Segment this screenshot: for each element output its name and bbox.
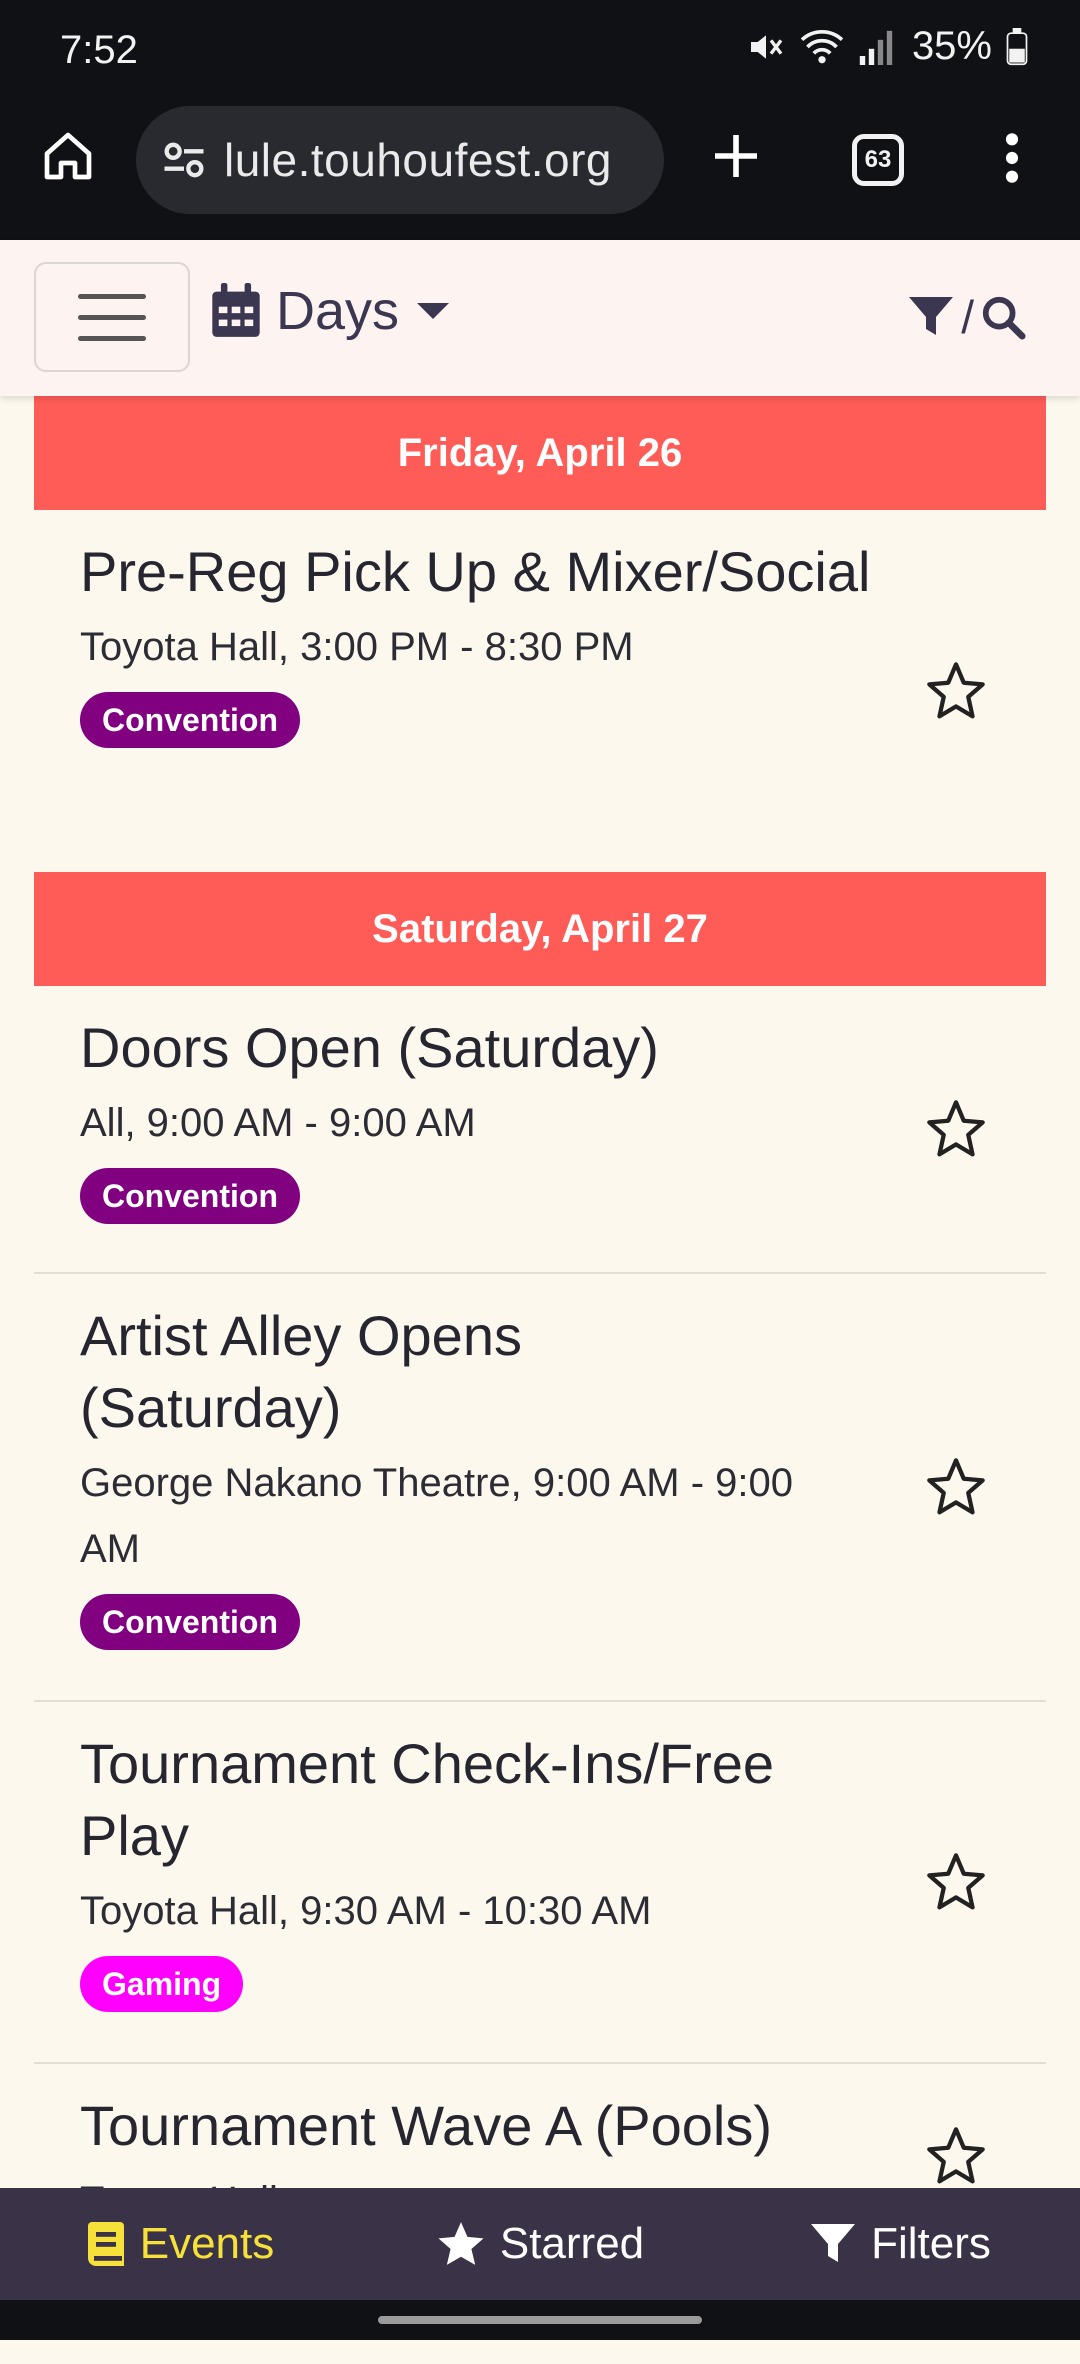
calendar-icon — [212, 283, 260, 337]
day-header: Friday, April 26 — [34, 396, 1046, 510]
nav-events[interactable]: Events — [0, 2188, 360, 2300]
battery-percent: 35% — [911, 24, 992, 68]
category-tag: Convention — [80, 1594, 300, 1650]
days-label: Days — [276, 281, 400, 341]
event-item[interactable]: Artist Alley Opens (Saturday) George Nak… — [34, 1274, 1046, 1702]
star-icon[interactable] — [924, 2124, 988, 2188]
filter-icon — [811, 2224, 856, 2262]
event-title: Doors Open (Saturday) — [80, 1016, 659, 1079]
app-header: Days / — [0, 240, 1080, 396]
site-settings-icon[interactable] — [158, 134, 210, 186]
day-header: Saturday, April 27 — [34, 872, 1046, 986]
star-filled-icon — [438, 2222, 484, 2265]
filter-icon — [909, 297, 954, 335]
nav-filters[interactable]: Filters — [720, 2188, 1080, 2300]
url-text: lule.touhoufest.org — [224, 134, 612, 186]
filter-search-button[interactable]: / — [907, 290, 1026, 344]
nav-filters-label: Filters — [871, 2219, 991, 2268]
browser-toolbar: lule.touhoufest.org 63 — [0, 100, 1080, 240]
address-bar[interactable]: lule.touhoufest.org — [136, 106, 664, 214]
category-tag: Convention — [80, 1168, 300, 1224]
gesture-area — [0, 2300, 1080, 2340]
event-title: Tournament Check-Ins/Free Play — [80, 1732, 775, 1867]
days-dropdown[interactable]: Days — [210, 280, 450, 342]
gesture-bar[interactable] — [378, 2316, 702, 2324]
status-time: 7:52 — [60, 28, 138, 72]
event-item[interactable]: Doors Open (Saturday) All, 9:00 AM - 9:0… — [34, 986, 1046, 1274]
home-icon[interactable] — [40, 128, 96, 184]
more-menu-icon[interactable] — [996, 130, 1028, 186]
star-icon[interactable] — [924, 1850, 988, 1914]
event-list: Friday, April 26 Pre-Reg Pick Up & Mixer… — [34, 396, 1046, 2364]
new-tab-icon[interactable] — [708, 128, 764, 184]
wifi-icon — [800, 29, 844, 63]
star-icon[interactable] — [924, 1455, 988, 1519]
event-title: Tournament Wave A (Pools) — [80, 2094, 773, 2157]
event-item[interactable]: Pre-Reg Pick Up & Mixer/Social Toyota Ha… — [34, 510, 1046, 872]
star-icon[interactable] — [924, 1097, 988, 1161]
book-icon — [87, 2222, 124, 2266]
tab-count: 63 — [864, 146, 892, 173]
category-tag: Convention — [80, 692, 300, 748]
battery-icon — [1006, 27, 1028, 65]
nav-starred-label: Starred — [499, 2219, 645, 2268]
event-title: Artist Alley Opens (Saturday) — [80, 1304, 522, 1439]
nav-starred[interactable]: Starred — [360, 2188, 720, 2300]
star-icon[interactable] — [924, 659, 988, 723]
bottom-nav: Events Starred Filters — [0, 2188, 1080, 2300]
hamburger-icon — [78, 293, 146, 299]
category-tag: Gaming — [80, 1956, 244, 2012]
status-bar: 7:52 35% — [0, 0, 1080, 100]
chevron-down-icon — [417, 303, 450, 319]
separator: / — [961, 291, 974, 343]
nav-events-label: Events — [139, 2219, 275, 2268]
event-meta: All, 9:00 AM - 9:00 AM — [80, 1101, 476, 1145]
tab-switcher-button[interactable]: 63 — [852, 134, 904, 186]
event-title: Pre-Reg Pick Up & Mixer/Social — [80, 540, 871, 603]
search-icon — [982, 296, 1026, 340]
menu-button[interactable] — [34, 262, 190, 372]
event-meta: Toyota Hall, 3:00 PM - 8:30 PM — [80, 625, 634, 669]
status-icons: 35% — [746, 24, 1028, 69]
mute-icon — [750, 34, 783, 59]
signal-icon — [859, 30, 893, 65]
event-item[interactable]: Tournament Check-Ins/Free Play Toyota Ha… — [34, 1702, 1046, 2064]
event-meta: Toyota Hall, 9:30 AM - 10:30 AM — [80, 1889, 652, 1933]
event-meta: George Nakano Theatre, 9:00 AM - 9:00 AM — [80, 1461, 794, 1571]
